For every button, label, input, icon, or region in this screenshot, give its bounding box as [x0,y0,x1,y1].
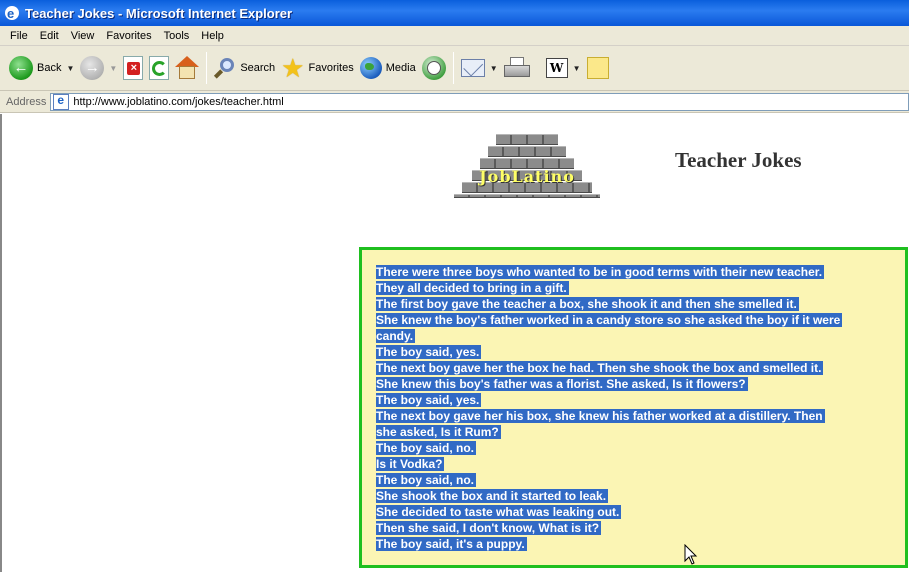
menu-bar: File Edit View Favorites Tools Help [0,26,909,46]
svg-text:e: e [7,6,14,21]
address-bar: Address http://www.joblatino.com/jokes/t… [0,91,909,113]
discuss-button[interactable] [584,49,612,87]
toolbar: ← Back ▼ → ▼ × Search ★ Favorites Media … [0,46,909,91]
mail-button[interactable]: ▼ [458,49,501,87]
joke-line: She shook the box and it started to leak… [376,489,609,503]
joke-line: The boy said, yes. [376,393,482,407]
joke-line: Is it Vodka? [376,457,445,471]
joke-line: There were three boys who wanted to be i… [376,265,825,279]
joke-line: candy. [376,329,416,343]
address-url: http://www.joblatino.com/jokes/teacher.h… [73,95,284,108]
menu-help[interactable]: Help [195,30,230,42]
joke-line: She knew this boy's father was a florist… [376,377,748,391]
forward-arrow-icon: → [80,56,105,80]
print-button[interactable] [501,49,533,87]
printer-icon [503,57,530,79]
back-button[interactable]: ← Back ▼ [6,49,77,87]
page-content: JobLatino Teacher Jokes There were three… [0,114,909,572]
address-label: Address [6,95,47,108]
menu-view[interactable]: View [65,30,101,42]
page-title: Teacher Jokes [675,148,802,172]
favorites-button[interactable]: ★ Favorites [278,49,357,87]
window-title: Teacher Jokes - Microsoft Internet Explo… [25,5,293,21]
joke-line: she asked, Is it Rum? [376,425,501,439]
mail-icon [460,59,485,77]
favorites-label: Favorites [308,62,354,74]
back-dropdown-icon[interactable]: ▼ [66,64,74,73]
sticky-note-icon [586,57,609,79]
word-edit-icon: W [545,58,568,78]
menu-edit[interactable]: Edit [34,30,65,42]
joke-line: The first boy gave the teacher a box, sh… [376,297,799,311]
home-icon [175,56,200,80]
refresh-icon [149,56,170,80]
joke-line: The boy said, no. [376,473,477,487]
menu-tools[interactable]: Tools [158,30,196,42]
address-input[interactable]: http://www.joblatino.com/jokes/teacher.h… [50,92,909,111]
joke-line: The next boy gave her the box he had. Th… [376,361,824,375]
mail-dropdown-icon[interactable]: ▼ [490,64,498,73]
back-label: Back [37,62,62,74]
search-icon [214,57,236,79]
forward-button[interactable]: → ▼ [77,49,120,87]
menu-favorites[interactable]: Favorites [100,30,157,42]
joke-line: The boy said, yes. [376,345,482,359]
toolbar-separator-2 [452,52,454,84]
ie-icon: e [4,5,20,21]
page-icon [53,93,70,110]
toolbar-separator [206,52,208,84]
joke-line: They all decided to bring in a gift. [376,281,569,295]
edit-dropdown-icon[interactable]: ▼ [573,64,581,73]
star-icon: ★ [281,53,305,83]
mouse-cursor-icon [684,544,698,565]
title-bar: e Teacher Jokes - Microsoft Internet Exp… [0,0,909,26]
refresh-button[interactable] [146,49,172,87]
joke-line: She decided to taste what was leaking ou… [376,505,622,519]
logo-text: JobLatino [479,167,575,186]
search-label: Search [240,62,276,74]
media-button[interactable]: Media [357,49,419,87]
stop-icon: × [123,56,144,80]
back-arrow-icon: ← [9,56,33,80]
search-button[interactable]: Search [211,49,278,87]
edit-button[interactable]: W ▼ [543,49,584,87]
media-globe-icon [359,57,382,79]
media-label: Media [385,62,416,74]
history-button[interactable] [419,49,449,87]
joke-line: The boy said, it's a puppy. [376,537,527,551]
joke-line: She knew the boy's father worked in a ca… [376,313,843,327]
menu-file[interactable]: File [4,30,34,42]
home-button[interactable] [172,49,202,87]
history-icon [421,56,446,80]
joblatino-logo[interactable]: JobLatino [452,134,602,198]
stop-button[interactable]: × [120,49,146,87]
forward-dropdown-icon[interactable]: ▼ [109,64,117,73]
joke-box: There were three boys who wanted to be i… [359,247,908,568]
joke-line: Then she said, I don't know, What is it? [376,521,602,535]
joke-line: The next boy gave her his box, she knew … [376,409,825,423]
joke-line: The boy said, no. [376,441,477,455]
